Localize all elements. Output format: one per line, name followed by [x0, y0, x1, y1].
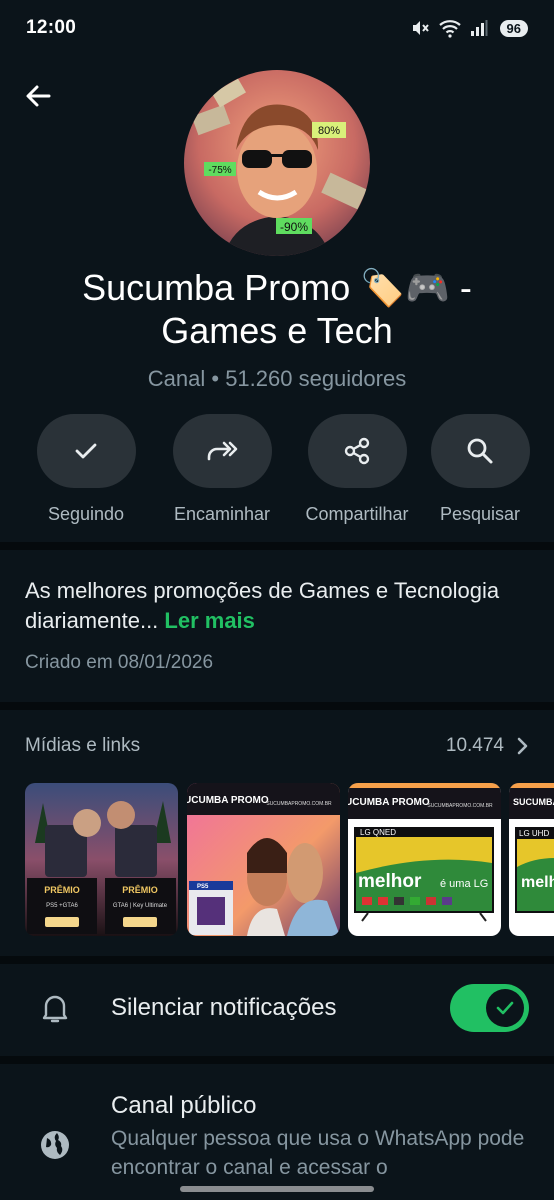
mute-toggle[interactable]: [450, 984, 529, 1032]
avatar-image: 80% -75% -90%: [184, 70, 370, 256]
svg-text:-75%: -75%: [208, 165, 231, 176]
read-more-link[interactable]: Ler mais: [164, 608, 255, 633]
description-text: As melhores promoções de Games e Tecnolo…: [25, 578, 500, 633]
media-image: SUCUMBA PROMO SUCUMBAPROMO.COM.BR PS5: [187, 783, 340, 936]
check-icon: [496, 1001, 514, 1015]
thumb-line-2: GTA6 | Key Ultimate: [113, 903, 168, 909]
forward-button-circle: [172, 414, 272, 488]
mute-status-icon: [412, 21, 429, 35]
media-links-header[interactable]: Mídias e links 10.474: [25, 730, 530, 762]
forward-label: Encaminhar: [173, 504, 271, 524]
battery-indicator: 96: [499, 19, 528, 37]
thumb-line-1: PS5 +GTA6: [46, 903, 78, 909]
thumb-slogan-2: é uma LG: [440, 878, 488, 890]
thumb-brand: SUCUMBA PROMO: [513, 797, 554, 807]
following-button[interactable]: Seguindo: [21, 414, 151, 525]
thumb-tv: LG UHD: [519, 829, 549, 838]
media-count-wrap: 10.474: [446, 735, 530, 757]
search-icon: [467, 438, 493, 464]
check-icon: [75, 443, 97, 459]
back-button[interactable]: [20, 78, 56, 114]
media-thumbnail[interactable]: PRÊMIO PRÊMIO PS5 +GTA6 GTA6 | Key Ultim…: [25, 783, 178, 936]
media-image: SUCUMBA PROMO LG UHD melh: [509, 783, 554, 936]
media-title: Mídias e links: [25, 735, 141, 756]
chevron-right-icon: [517, 737, 528, 755]
divider: [0, 956, 554, 964]
share-button-circle: [307, 414, 407, 488]
thumb-prize-1: PRÊMIO: [44, 884, 80, 895]
share-button[interactable]: Compartilhar: [292, 414, 422, 525]
media-thumbnail[interactable]: SUCUMBA PROMO SUCUMBAPROMO.COM.BR LG QNE…: [348, 783, 501, 936]
channel-description: As melhores promoções de Games e Tecnolo…: [25, 576, 535, 636]
status-icons: 96: [410, 18, 528, 38]
public-channel-title: Canal público: [111, 1092, 257, 1119]
channel-name-line1: Sucumba Promo 🏷️🎮 -: [82, 267, 472, 308]
svg-text:-90%: -90%: [280, 220, 308, 234]
channel-avatar[interactable]: 80% -75% -90%: [184, 70, 370, 256]
mute-label: Silenciar notificações: [111, 994, 337, 1021]
thumb-url: SUCUMBAPROMO.COM.BR: [266, 801, 332, 807]
thumb-slogan: melh: [521, 874, 554, 891]
thumb-url: SUCUMBAPROMO.COM.BR: [427, 803, 493, 809]
media-thumbnail[interactable]: SUCUMBA PROMO SUCUMBAPROMO.COM.BR PS5: [187, 783, 340, 936]
share-label: Compartilhar: [305, 504, 409, 524]
forward-button[interactable]: Encaminhar: [157, 414, 287, 525]
public-channel-description: Qualquer pessoa que usa o WhatsApp pode …: [111, 1127, 525, 1179]
thumb-tv: LG QNED: [360, 828, 396, 837]
created-date: Criado em 08/01/2026: [25, 652, 214, 673]
svg-text:80%: 80%: [318, 125, 340, 137]
channel-name: Sucumba Promo 🏷️🎮 - Games e Tech: [20, 266, 534, 352]
divider: [0, 1056, 554, 1064]
media-image: SUCUMBA PROMO SUCUMBAPROMO.COM.BR LG QNE…: [348, 783, 501, 936]
thumb-brand: SUCUMBA PROMO: [187, 795, 269, 806]
media-count: 10.474: [445, 735, 504, 756]
arrow-left-icon: [26, 85, 51, 107]
gesture-nav-bar[interactable]: [180, 1186, 374, 1192]
thumb-caption: PS5: [197, 884, 209, 890]
divider: [0, 542, 554, 550]
following-label: Seguindo: [47, 504, 125, 524]
following-button-circle: [36, 414, 136, 488]
action-bar: Seguindo Encaminhar Compartilhar Pesquis…: [0, 414, 554, 526]
search-button-circle: [430, 414, 530, 488]
search-label: Pesquisar: [439, 504, 521, 524]
mute-notifications-row[interactable]: Silenciar notificações: [0, 982, 554, 1034]
forward-icon: [207, 441, 238, 461]
channel-name-line2: Games e Tech: [161, 310, 393, 351]
thumb-brand: SUCUMBA PROMO: [348, 797, 430, 808]
search-button[interactable]: Pesquisar: [415, 414, 545, 525]
media-image: PRÊMIO PRÊMIO PS5 +GTA6 GTA6 | Key Ultim…: [25, 783, 178, 936]
toggle-knob: [486, 989, 524, 1027]
globe-icon: [41, 1131, 69, 1159]
thumb-prize-2: PRÊMIO: [122, 884, 158, 895]
channel-meta: Canal • 51.260 seguidores: [147, 366, 407, 391]
share-icon: [344, 437, 370, 465]
divider: [0, 702, 554, 710]
bell-icon: [42, 995, 68, 1023]
thumb-slogan: melhor: [358, 871, 422, 892]
signal-icon: [470, 20, 488, 36]
media-thumbnail[interactable]: SUCUMBA PROMO LG UHD melh: [509, 783, 554, 936]
status-bar: 12:00 96: [0, 0, 554, 56]
wifi-icon: [438, 20, 461, 38]
status-time: 12:00: [26, 17, 77, 38]
